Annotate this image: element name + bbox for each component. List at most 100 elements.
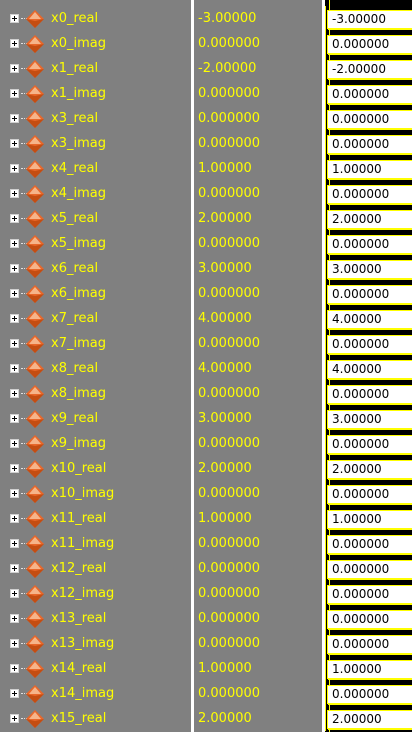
waveform-row[interactable]: 0.000000 [325, 131, 412, 156]
signal-row[interactable]: x5_real [0, 206, 191, 231]
signal-name: x11_imag [51, 536, 115, 551]
expand-plus-icon[interactable] [10, 64, 19, 73]
expand-plus-icon[interactable] [10, 414, 19, 423]
expand-plus-icon[interactable] [10, 489, 19, 498]
waveform-row[interactable]: 0.000000 [325, 231, 412, 256]
signal-row[interactable]: x1_real [0, 56, 191, 81]
signal-row[interactable]: x7_real [0, 306, 191, 331]
waveform-row[interactable]: 0.000000 [325, 681, 412, 706]
waveform-row[interactable]: 0.000000 [325, 581, 412, 606]
expand-plus-icon[interactable] [10, 14, 19, 23]
expand-plus-icon[interactable] [10, 464, 19, 473]
waveform-row[interactable]: 0.000000 [325, 106, 412, 131]
signal-row[interactable]: x3_real [0, 106, 191, 131]
waveform-row[interactable]: 0.000000 [325, 556, 412, 581]
signal-value: 0.000000 [198, 286, 261, 301]
signal-row[interactable]: x14_imag [0, 681, 191, 706]
waveform-row[interactable]: 2.00000 [325, 206, 412, 231]
signal-name: x0_imag [51, 36, 106, 51]
waveform-row[interactable]: 0.000000 [325, 631, 412, 656]
waveform-value-box: 4.00000 [327, 360, 412, 380]
expand-plus-icon[interactable] [10, 314, 19, 323]
waveform-row[interactable]: -2.00000 [325, 56, 412, 81]
expand-plus-icon[interactable] [10, 89, 19, 98]
waveform-row[interactable]: -3.00000 [325, 6, 412, 31]
signal-row[interactable]: x0_real [0, 6, 191, 31]
signal-row[interactable]: x8_imag [0, 381, 191, 406]
expand-plus-icon[interactable] [10, 364, 19, 373]
expand-plus-icon[interactable] [10, 564, 19, 573]
expand-plus-icon[interactable] [10, 439, 19, 448]
waveform-value-box: 2.00000 [327, 460, 412, 480]
expand-plus-icon[interactable] [10, 714, 19, 723]
signal-row[interactable]: x6_real [0, 256, 191, 281]
signal-row[interactable]: x9_imag [0, 431, 191, 456]
expand-plus-icon[interactable] [10, 189, 19, 198]
waveform-row[interactable]: 4.00000 [325, 356, 412, 381]
expand-plus-icon[interactable] [10, 389, 19, 398]
waveform-transition [325, 306, 326, 331]
signal-row[interactable]: x1_imag [0, 81, 191, 106]
waveform-transition [325, 106, 326, 131]
expand-plus-icon[interactable] [10, 114, 19, 123]
expand-plus-icon[interactable] [10, 339, 19, 348]
expand-plus-icon[interactable] [10, 39, 19, 48]
expand-plus-icon[interactable] [10, 539, 19, 548]
expand-plus-icon[interactable] [10, 164, 19, 173]
waveform-row[interactable]: 3.00000 [325, 406, 412, 431]
signal-row[interactable]: x10_real [0, 456, 191, 481]
signal-row[interactable]: x7_imag [0, 331, 191, 356]
waveform-row[interactable]: 1.00000 [325, 656, 412, 681]
expand-plus-icon[interactable] [10, 289, 19, 298]
signal-row[interactable]: x4_real [0, 156, 191, 181]
waveform-row[interactable]: 0.000000 [325, 31, 412, 56]
signal-row[interactable]: x0_imag [0, 31, 191, 56]
signal-row[interactable]: x5_imag [0, 231, 191, 256]
signal-row[interactable]: x11_imag [0, 531, 191, 556]
analog-signal-icon [26, 134, 44, 153]
signal-values-panel: -3.00000 0.000000 -2.00000 0.000000 0.000000… [194, 0, 322, 732]
signal-row[interactable]: x15_real [0, 706, 191, 731]
waveform-row[interactable]: 0.000000 [325, 531, 412, 556]
expand-plus-icon[interactable] [10, 639, 19, 648]
waveform-row[interactable]: 0.000000 [325, 481, 412, 506]
signal-row[interactable]: x6_imag [0, 281, 191, 306]
expand-plus-icon[interactable] [10, 689, 19, 698]
signal-row[interactable]: x12_imag [0, 581, 191, 606]
waveform-row[interactable]: 0.000000 [325, 281, 412, 306]
expand-plus-icon[interactable] [10, 614, 19, 623]
signal-row[interactable]: x12_real [0, 556, 191, 581]
signal-row[interactable]: x11_real [0, 506, 191, 531]
waveform-row[interactable]: 0.000000 [325, 81, 412, 106]
waveform-panel[interactable]: -3.00000 0.000000 -2.00000 0.000000 0.000000… [325, 0, 412, 732]
expand-plus-icon[interactable] [10, 514, 19, 523]
waveform-row[interactable]: 4.00000 [325, 306, 412, 331]
waveform-row[interactable]: 1.00000 [325, 156, 412, 181]
waveform-transition [325, 581, 326, 606]
waveform-row[interactable]: 0.000000 [325, 606, 412, 631]
waveform-row[interactable]: 2.00000 [325, 706, 412, 731]
expand-plus-icon[interactable] [10, 139, 19, 148]
signal-row[interactable]: x3_imag [0, 131, 191, 156]
expand-plus-icon[interactable] [10, 239, 19, 248]
signal-value: 1.00000 [198, 161, 252, 176]
signal-row[interactable]: x8_real [0, 356, 191, 381]
expand-plus-icon[interactable] [10, 214, 19, 223]
signal-row[interactable]: x13_imag [0, 631, 191, 656]
waveform-row[interactable]: 2.00000 [325, 456, 412, 481]
expand-plus-icon[interactable] [10, 664, 19, 673]
signal-row[interactable]: x13_real [0, 606, 191, 631]
waveform-row[interactable]: 3.00000 [325, 256, 412, 281]
expand-plus-icon[interactable] [10, 589, 19, 598]
signal-row[interactable]: x14_real [0, 656, 191, 681]
expand-plus-icon[interactable] [10, 264, 19, 273]
signal-row[interactable]: x10_imag [0, 481, 191, 506]
waveform-row[interactable]: 0.000000 [325, 431, 412, 456]
waveform-row[interactable]: 1.00000 [325, 506, 412, 531]
signal-row[interactable]: x9_real [0, 406, 191, 431]
waveform-row[interactable]: 0.000000 [325, 181, 412, 206]
waveform-row[interactable]: 0.000000 [325, 381, 412, 406]
waveform-row[interactable]: 0.000000 [325, 331, 412, 356]
signal-row[interactable]: x4_imag [0, 181, 191, 206]
waveform-value-box: 2.00000 [327, 210, 412, 230]
